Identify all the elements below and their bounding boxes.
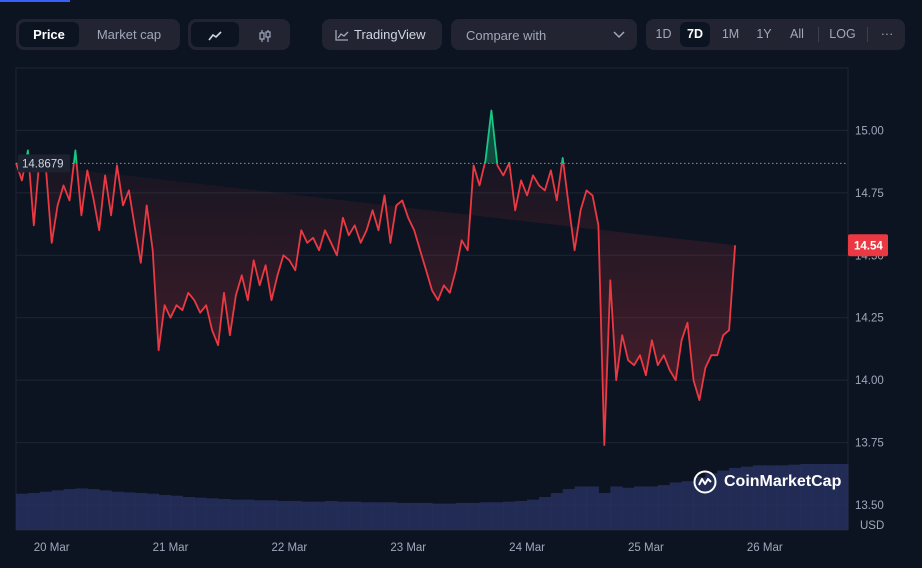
volume-bar	[218, 498, 231, 530]
volume-bar	[16, 493, 29, 530]
y-tick-label: 15.00	[855, 125, 884, 137]
volume-bar	[455, 502, 469, 530]
volume-bar	[313, 501, 326, 530]
volume-bar	[241, 499, 255, 530]
volume-bar	[111, 491, 124, 530]
volume-bar	[134, 493, 148, 530]
volume-bar	[610, 486, 623, 530]
reference-price-label: 14.8679	[22, 158, 64, 170]
y-tick-label: 14.75	[855, 188, 884, 200]
volume-bar	[348, 501, 362, 530]
volume-bar	[39, 491, 53, 530]
volume-bar	[301, 501, 314, 530]
y-tick-label: 14.00	[855, 375, 884, 387]
volume-bar	[396, 502, 409, 530]
volume-bar	[75, 488, 88, 530]
volume-bar	[586, 486, 599, 530]
volume-bar	[669, 482, 683, 530]
volume-bar	[657, 485, 671, 530]
volume-bar	[420, 502, 433, 530]
volume-bar	[99, 490, 112, 530]
volume-bar	[63, 489, 76, 530]
volume-bar	[372, 502, 385, 530]
volume-bar	[146, 493, 160, 530]
volume-bar	[360, 502, 374, 530]
volume-bar	[527, 499, 540, 530]
below-reference-fill	[16, 163, 736, 446]
coinmarketcap-watermark: CoinMarketCap	[693, 470, 841, 494]
y-tick-label: 13.50	[855, 500, 884, 512]
volume-bar	[432, 503, 445, 530]
last-price-label: 14.54	[854, 240, 883, 252]
volume-bar	[574, 486, 588, 530]
volume-bar	[598, 493, 611, 530]
volume-bar	[408, 502, 421, 530]
volume-bar	[277, 500, 290, 530]
volume-bar	[170, 495, 183, 530]
x-tick-label: 23 Mar	[390, 542, 426, 554]
volume-bar	[443, 503, 457, 530]
x-tick-label: 20 Mar	[34, 542, 70, 554]
x-axis-labels: 20 Mar 21 Mar 22 Mar 23 Mar 24 Mar 25 Mar 26 M…	[34, 542, 783, 554]
volume-bar	[467, 502, 481, 530]
volume-bar	[122, 492, 136, 530]
volume-bar	[634, 486, 647, 530]
volume-bar	[645, 486, 659, 530]
y-tick-label: 13.75	[855, 438, 884, 450]
volume-bar	[384, 502, 397, 530]
volume-bar	[206, 498, 219, 530]
volume-bar	[491, 502, 504, 530]
volume-bar	[336, 501, 350, 530]
volume-bar	[479, 502, 492, 530]
x-tick-label: 21 Mar	[153, 542, 189, 554]
currency-label: USD	[860, 520, 884, 532]
volume-bar	[229, 499, 243, 530]
coinmarketcap-logo-icon	[693, 470, 717, 494]
volume-bar	[87, 489, 100, 530]
volume-bar	[27, 493, 41, 530]
volume-bar	[325, 500, 338, 530]
x-tick-label: 26 Mar	[747, 542, 783, 554]
x-tick-label: 22 Mar	[271, 542, 307, 554]
volume-bar	[51, 490, 65, 530]
y-axis-labels: 15.0014.7514.5014.2514.0013.7513.50USD	[855, 125, 884, 532]
volume-bar	[503, 501, 516, 530]
volume-bar	[562, 489, 576, 530]
volume-bar	[538, 497, 552, 530]
volume-bar	[515, 500, 528, 530]
volume-bar	[182, 497, 195, 530]
y-tick-label: 14.25	[855, 313, 884, 325]
volume-bar	[265, 500, 278, 530]
volume-bar	[622, 487, 635, 530]
volume-bar	[194, 497, 207, 530]
x-tick-label: 25 Mar	[628, 542, 664, 554]
volume-bar	[289, 500, 302, 530]
volume-bar	[253, 500, 267, 530]
volume-bar	[158, 495, 172, 530]
coinmarketcap-wordmark: CoinMarketCap	[724, 473, 842, 490]
price-area	[16, 110, 736, 446]
x-tick-label: 24 Mar	[509, 542, 545, 554]
volume-bar	[550, 493, 564, 530]
